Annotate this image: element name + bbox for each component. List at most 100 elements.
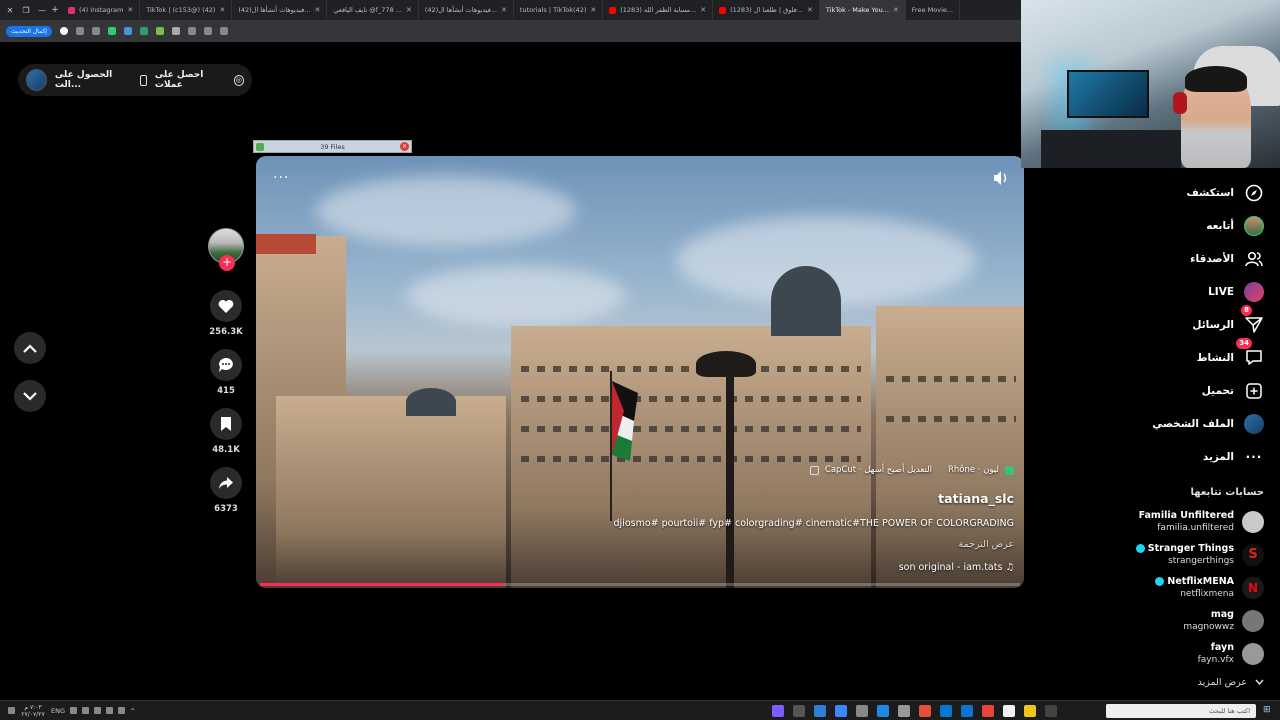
sidebar-item-following[interactable]: أتابعه — [1064, 209, 1264, 242]
extension-icon[interactable] — [107, 27, 116, 35]
cast-icon[interactable] — [219, 27, 228, 35]
taskbar-app-icon[interactable] — [898, 704, 910, 717]
zoom-icon[interactable] — [187, 27, 196, 35]
header-promo-bar: الحصول على الت... احصل على عملات ◎ — [18, 64, 252, 96]
get-app-button[interactable]: الحصول على الت... — [55, 70, 147, 90]
close-tab-icon[interactable]: ✕ — [406, 6, 412, 14]
close-window-icon[interactable]: ✕ — [4, 6, 16, 15]
close-tab-icon[interactable]: ✕ — [893, 6, 899, 14]
restore-window-icon[interactable]: ❐ — [20, 6, 32, 15]
video-author[interactable]: tatiana_slc — [938, 491, 1014, 506]
extension-icon[interactable] — [139, 27, 148, 35]
extension-icon[interactable] — [155, 27, 164, 35]
following-account-row[interactable]: NetflixMENA netflixmena N — [1064, 571, 1264, 604]
close-icon[interactable]: ✕ — [400, 142, 409, 151]
dome — [406, 388, 456, 416]
taskbar-search-input[interactable]: اكتب هنا للبحث — [1106, 704, 1256, 718]
close-tab-icon[interactable]: ✕ — [501, 6, 507, 14]
video-progress-bar[interactable] — [260, 583, 1020, 586]
task-view-icon[interactable] — [1045, 704, 1057, 717]
store-icon[interactable] — [1003, 704, 1015, 717]
extension-icon[interactable] — [123, 27, 132, 35]
share-button[interactable] — [210, 467, 242, 499]
update-browser-button[interactable]: إكمال التحديث — [6, 25, 52, 37]
taskbar-app-icon[interactable] — [919, 704, 931, 717]
browser-tab[interactable]: TikTok | (c153@) (42) ✕ — [140, 0, 233, 20]
following-account-row[interactable]: mag magnowwz — [1064, 604, 1264, 637]
taskbar-app-icon[interactable] — [814, 704, 826, 717]
extension-icon[interactable] — [91, 27, 100, 35]
see-translation-link[interactable]: عرض الترجمة — [958, 539, 1014, 550]
sidebar-item-explore[interactable]: استكشف — [1064, 176, 1264, 209]
taskbar-app-icon[interactable] — [877, 704, 889, 717]
mic-icon[interactable] — [106, 707, 114, 714]
sidebar-item-live[interactable]: LIVE — [1064, 275, 1264, 308]
sidebar-item-upload[interactable]: تحميل — [1064, 374, 1264, 407]
more-options-icon[interactable]: ··· — [273, 170, 289, 186]
user-avatar[interactable] — [26, 69, 47, 91]
browser-tab[interactable]: tutorials | TikTok(42) ✕ — [514, 0, 604, 20]
battery-icon[interactable] — [94, 707, 102, 714]
chevron-up-icon[interactable]: ^ — [130, 707, 135, 715]
following-account-row[interactable]: Familia Unfiltered familia.unfiltered — [1064, 505, 1264, 538]
taskbar-app-icon[interactable] — [835, 704, 847, 717]
taskbar-app-icon[interactable] — [940, 704, 952, 717]
new-tab-button[interactable]: + — [48, 5, 62, 15]
windows-start-icon[interactable]: ⊞ — [1263, 705, 1274, 716]
settings-icon[interactable] — [856, 704, 868, 717]
location-tag[interactable]: Rhône · ليون — [948, 465, 999, 475]
video-music[interactable]: son original - iam.tats ♫ — [899, 562, 1014, 573]
sidebar-item-messages[interactable]: الرسائل 8 — [1064, 305, 1264, 341]
volume-icon[interactable] — [992, 170, 1010, 186]
browser-tab[interactable]: (4) Instagram ✕ — [62, 0, 141, 20]
browser-tab[interactable]: (1283) فلوق | طلعنا ال... ✕ — [713, 0, 820, 20]
see-more-button[interactable]: عرض المزيد — [1064, 672, 1264, 692]
close-tab-icon[interactable]: ✕ — [315, 6, 321, 14]
sidebar-item-more[interactable]: المزيد ··· — [1064, 440, 1264, 473]
like-count: 256.3K — [209, 327, 243, 337]
video-player[interactable]: ··· CapCut · التعديل أصبح أسهل Rhône · ل… — [256, 156, 1024, 588]
get-coins-button[interactable]: احصل على عملات ◎ — [155, 70, 244, 90]
share-icon[interactable] — [203, 27, 212, 35]
notification-icon[interactable] — [8, 707, 15, 714]
comment-button[interactable] — [210, 349, 242, 381]
previous-video-button[interactable] — [14, 332, 46, 364]
following-account-row[interactable]: fayn fayn.vfx — [1064, 637, 1264, 670]
sidebar-item-activity[interactable]: النشاط 34 — [1064, 338, 1264, 374]
volume-tray-icon[interactable] — [70, 707, 78, 714]
close-tab-icon[interactable]: ✕ — [127, 6, 133, 14]
close-tab-icon[interactable]: ✕ — [590, 6, 596, 14]
close-tab-icon[interactable]: ✕ — [219, 6, 225, 14]
sidebar-item-profile[interactable]: الملف الشخصي — [1064, 407, 1264, 440]
browser-tab-active[interactable]: TikTok - Make You... ✕ — [819, 0, 906, 20]
save-button[interactable] — [210, 408, 242, 440]
profile-icon[interactable] — [59, 27, 68, 35]
clock[interactable]: ٧:٠٣ م ٢٧/٠٧/٢٧ — [20, 704, 46, 718]
taskbar-app-icon[interactable] — [793, 704, 805, 717]
close-tab-icon[interactable]: ✕ — [700, 6, 706, 14]
comment-icon — [219, 358, 233, 372]
capcut-tag[interactable]: CapCut · التعديل أصبح أسهل — [825, 465, 932, 475]
network-icon[interactable] — [82, 707, 90, 714]
follow-plus-icon[interactable]: + — [219, 255, 235, 271]
browser-tab[interactable]: (1283) مسابة الظفر الله... ✕ — [603, 0, 714, 20]
language-indicator[interactable]: ENG — [51, 707, 65, 715]
file-explorer-icon[interactable] — [1024, 704, 1036, 717]
sidebar-item-friends[interactable]: الأصدقاء — [1064, 242, 1264, 275]
creator-avatar[interactable]: + — [208, 228, 244, 271]
taskbar-app-icon[interactable] — [772, 704, 784, 717]
following-account-row[interactable]: Stranger Things strangerthings S — [1064, 538, 1264, 571]
minimize-window-icon[interactable]: — — [36, 6, 48, 15]
browser-tab[interactable]: نايف اليافعي @f_778 ... ✕ — [327, 0, 419, 20]
chrome-icon[interactable] — [982, 704, 994, 717]
extensions-icon[interactable] — [75, 27, 84, 35]
bookmark-star-icon[interactable] — [171, 27, 180, 35]
edge-icon[interactable] — [961, 704, 973, 717]
browser-tab[interactable]: (42)فيديوهات أنشأها ال... ✕ — [232, 0, 328, 20]
browser-tab[interactable]: Free Movie... — [906, 0, 961, 20]
like-button[interactable] — [210, 290, 242, 322]
close-tab-icon[interactable]: ✕ — [807, 6, 813, 14]
next-video-button[interactable] — [14, 380, 46, 412]
tray-app-icon[interactable] — [118, 707, 126, 714]
browser-tab[interactable]: (42)فيديوهات أنشأها ال... ✕ — [419, 0, 514, 20]
